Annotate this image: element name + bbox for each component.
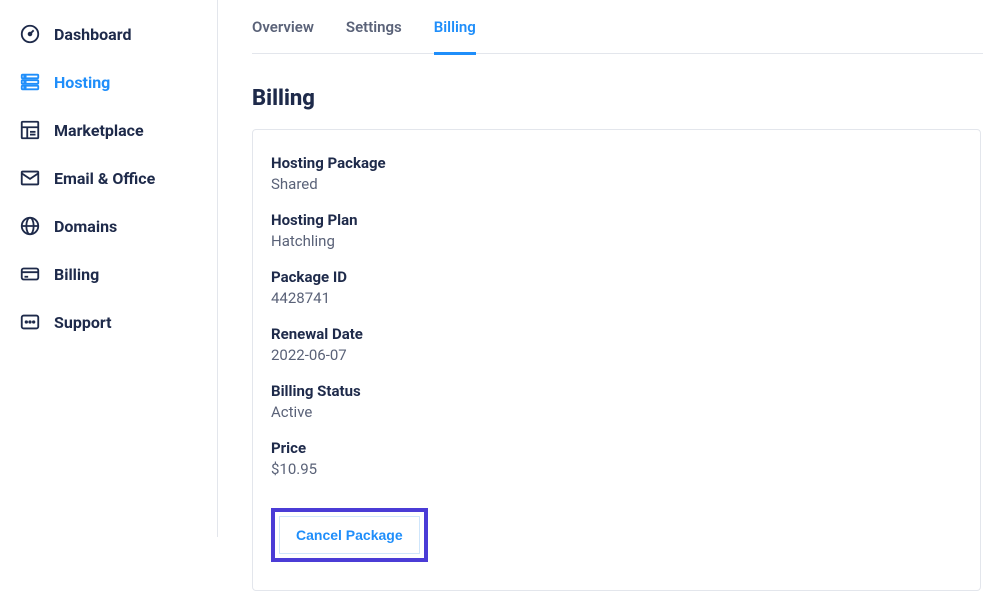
field-hosting-plan: Hosting Plan Hatchling	[271, 211, 962, 250]
field-label: Renewal Date	[271, 325, 962, 343]
sidebar-item-label: Hosting	[54, 73, 110, 92]
sidebar-item-domains[interactable]: Domains	[14, 202, 217, 250]
sidebar-item-dashboard[interactable]: Dashboard	[14, 10, 217, 58]
field-package-id: Package ID 4428741	[271, 268, 962, 307]
field-value: Hatchling	[271, 232, 962, 250]
field-value: Active	[271, 403, 962, 421]
cancel-package-button[interactable]: Cancel Package	[279, 516, 420, 554]
tab-settings[interactable]: Settings	[346, 18, 402, 55]
field-value: 2022-06-07	[271, 346, 962, 364]
field-label: Hosting Plan	[271, 211, 962, 229]
sidebar-item-label: Email & Office	[54, 169, 155, 188]
sidebar-item-support[interactable]: Support	[14, 298, 217, 346]
cancel-highlight: Cancel Package	[271, 508, 428, 562]
sidebar-item-hosting[interactable]: Hosting	[14, 58, 217, 106]
field-label: Price	[271, 439, 962, 457]
sidebar-item-label: Billing	[54, 265, 99, 284]
dashboard-icon	[18, 22, 42, 46]
sidebar-item-email-office[interactable]: Email & Office	[14, 154, 217, 202]
sidebar-item-label: Support	[54, 313, 112, 332]
page-title: Billing	[252, 86, 983, 111]
sidebar: Dashboard Hosting Marketplace Email & Of…	[0, 0, 218, 537]
hosting-icon	[18, 70, 42, 94]
sidebar-item-label: Dashboard	[54, 25, 131, 44]
field-value: $10.95	[271, 460, 962, 478]
support-icon	[18, 310, 42, 334]
field-hosting-package: Hosting Package Shared	[271, 154, 962, 193]
email-icon	[18, 166, 42, 190]
field-renewal-date: Renewal Date 2022-06-07	[271, 325, 962, 364]
tab-overview[interactable]: Overview	[252, 18, 314, 55]
field-value: Shared	[271, 175, 962, 193]
tab-billing[interactable]: Billing	[434, 18, 476, 55]
billing-icon	[18, 262, 42, 286]
field-value: 4428741	[271, 289, 962, 307]
field-label: Billing Status	[271, 382, 962, 400]
sidebar-item-billing[interactable]: Billing	[14, 250, 217, 298]
globe-icon	[18, 214, 42, 238]
main-content: Overview Settings Billing Billing Hostin…	[218, 0, 983, 537]
field-label: Hosting Package	[271, 154, 962, 172]
tabs: Overview Settings Billing	[252, 0, 983, 54]
marketplace-icon	[18, 118, 42, 142]
field-billing-status: Billing Status Active	[271, 382, 962, 421]
sidebar-item-label: Marketplace	[54, 121, 144, 140]
sidebar-item-marketplace[interactable]: Marketplace	[14, 106, 217, 154]
field-label: Package ID	[271, 268, 962, 286]
billing-card: Hosting Package Shared Hosting Plan Hatc…	[252, 129, 981, 591]
sidebar-item-label: Domains	[54, 217, 117, 236]
field-price: Price $10.95	[271, 439, 962, 478]
